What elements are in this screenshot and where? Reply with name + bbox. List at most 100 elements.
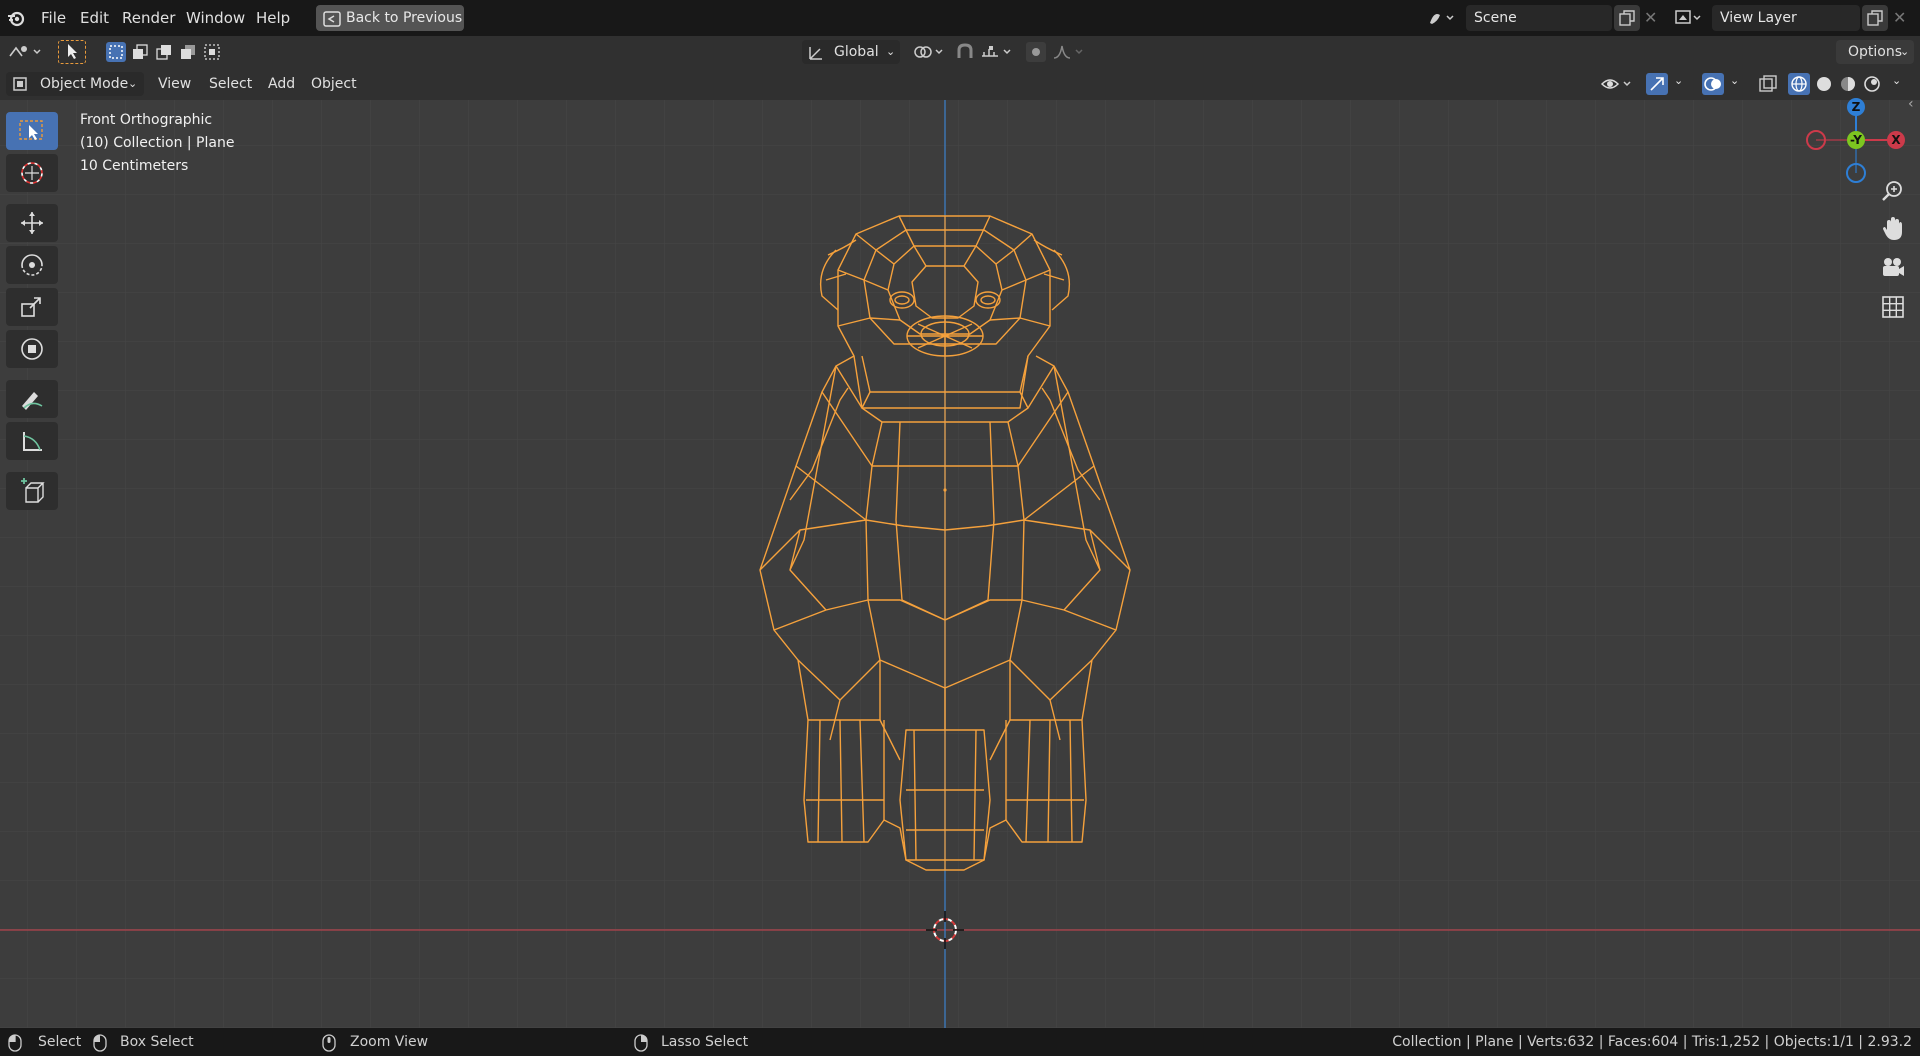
select-mode-extend-icon[interactable] [130, 42, 150, 62]
delete-scene-close-icon[interactable]: ✕ [1644, 8, 1657, 27]
tool-select-icon[interactable] [58, 40, 86, 64]
chevron-down-icon: ⌄ [128, 77, 138, 90]
menu-view[interactable]: View [158, 72, 191, 96]
status-lasso-select: Lasso Select [661, 1034, 749, 1050]
back-icon [323, 10, 341, 36]
view-name: Front Orthographic [80, 112, 213, 128]
cursor-icon [18, 160, 46, 190]
scene-value: Scene [1474, 10, 1517, 26]
select-mode-set-icon[interactable] [106, 42, 126, 62]
top-menu-bar: File Edit Render Window Help Back to Pre… [0, 0, 1920, 36]
viewport-header: Object Mode ⌄ View Select Add Object ⌄ ⌄… [0, 68, 1920, 100]
status-box-select: Box Select [120, 1034, 194, 1050]
rotate-icon [18, 252, 46, 282]
mouse-left-icon [8, 1034, 22, 1056]
menu-window[interactable]: Window [186, 0, 245, 36]
pan-view-hand-icon[interactable] [1878, 214, 1908, 244]
object-mode-icon [12, 76, 28, 100]
new-scene-button[interactable] [1614, 5, 1640, 31]
proportional-edit-icon[interactable] [1026, 42, 1046, 62]
select-mode-subtract-icon[interactable] [154, 42, 174, 62]
gizmo-x-label: X [1891, 133, 1901, 147]
scene-icon[interactable] [1428, 9, 1456, 31]
pivot-point-icon[interactable] [912, 42, 946, 66]
visibility-eye-icon[interactable] [1600, 74, 1634, 98]
status-bar: Select Box Select Zoom View Lasso Select… [0, 1028, 1920, 1056]
tool-annotate[interactable] [6, 380, 58, 418]
gizmo-toggle-icon[interactable] [1646, 73, 1668, 95]
tool-shelf [6, 112, 58, 512]
overlays-toggle-icon[interactable] [1702, 73, 1724, 95]
back-button-label: Back to Previous [346, 10, 463, 26]
tool-scale[interactable] [6, 288, 58, 326]
snap-toggle-icon[interactable] [954, 42, 976, 66]
orientation-axes-icon [806, 43, 826, 69]
scene-field[interactable]: Scene [1466, 5, 1612, 31]
editor-type-icon[interactable] [8, 42, 44, 66]
menu-add[interactable]: Add [268, 72, 295, 96]
tool-transform[interactable] [6, 330, 58, 368]
menu-select[interactable]: Select [209, 72, 252, 96]
copy-icon [1867, 10, 1883, 30]
select-mode-invert-icon[interactable] [178, 42, 198, 62]
options-dropdown[interactable]: Options ⌄ [1836, 40, 1914, 64]
collection-info: (10) Collection | Plane [80, 135, 235, 151]
gizmo-neg-y-label: -Y [1850, 133, 1862, 147]
object-mode-label: Object Mode [40, 76, 129, 92]
status-zoom-view: Zoom View [350, 1034, 429, 1050]
move-icon [18, 210, 46, 240]
object-mode-dropdown[interactable]: Object Mode ⌄ [6, 72, 144, 96]
tool-header: Global ⌄ Options ⌄ [0, 36, 1920, 68]
options-label: Options [1848, 44, 1903, 60]
menu-help[interactable]: Help [256, 0, 290, 36]
view-layer-icon[interactable] [1674, 9, 1704, 31]
measure-ruler-icon [18, 428, 46, 458]
tool-rotate[interactable] [6, 246, 58, 284]
menu-file[interactable]: File [41, 0, 66, 36]
select-box-icon [18, 119, 46, 147]
menu-render[interactable]: Render [122, 0, 175, 36]
annotate-pencil-icon [18, 386, 46, 416]
chevron-down-icon: ⌄ [1900, 45, 1910, 58]
tool-cursor[interactable] [6, 154, 58, 192]
zoom-view-icon[interactable] [1878, 176, 1908, 206]
status-select: Select [38, 1034, 82, 1050]
menu-edit[interactable]: Edit [80, 0, 109, 36]
menu-object[interactable]: Object [311, 72, 357, 96]
mouse-drag-icon [88, 1034, 112, 1056]
orientation-label: Global [834, 44, 879, 60]
chevron-down-icon[interactable]: ⌄ [1674, 74, 1683, 87]
chevron-down-icon: ⌄ [886, 45, 896, 58]
view-layer-field[interactable]: View Layer [1712, 5, 1860, 31]
mouse-middle-icon [322, 1034, 336, 1056]
scale-icon [18, 294, 46, 324]
mouse-right-icon [630, 1034, 650, 1056]
tool-move[interactable] [6, 204, 58, 242]
toggle-perspective-grid-icon[interactable] [1878, 292, 1908, 322]
select-mode-intersect-icon[interactable] [202, 42, 222, 62]
chevron-down-icon[interactable]: ⌄ [1730, 74, 1739, 87]
copy-icon [1619, 10, 1635, 30]
tool-add-cube[interactable] [6, 472, 58, 510]
view-layer-value: View Layer [1720, 10, 1797, 26]
transform-orientation-dropdown[interactable]: Global ⌄ [802, 40, 900, 64]
camera-view-icon[interactable] [1878, 253, 1908, 283]
3d-viewport[interactable]: Front Orthographic (10) Collection | Pla… [0, 96, 1920, 1028]
viewport-canvas[interactable] [0, 100, 1920, 1028]
blender-logo-icon[interactable] [6, 8, 26, 28]
tool-select-box[interactable] [6, 112, 58, 150]
add-cube-icon [18, 478, 46, 508]
new-view-layer-button[interactable] [1862, 5, 1888, 31]
transform-icon [18, 336, 46, 366]
back-to-previous-button[interactable]: Back to Previous [316, 5, 464, 31]
delete-view-layer-close-icon[interactable]: ✕ [1893, 8, 1906, 27]
scene-statistics: Collection | Plane | Verts:632 | Faces:6… [1392, 1034, 1912, 1050]
falloff-curve-icon[interactable] [1052, 42, 1088, 66]
object-origin-dot [943, 488, 947, 492]
grid-scale: 10 Centimeters [80, 158, 189, 174]
xray-toggle-icon[interactable] [1758, 74, 1778, 98]
snap-increment-icon[interactable] [980, 42, 1016, 66]
sidebar-toggle-chevron-icon[interactable]: ‹ [1908, 96, 1914, 112]
tool-measure[interactable] [6, 422, 58, 460]
chevron-down-icon[interactable]: ⌄ [1892, 74, 1901, 87]
